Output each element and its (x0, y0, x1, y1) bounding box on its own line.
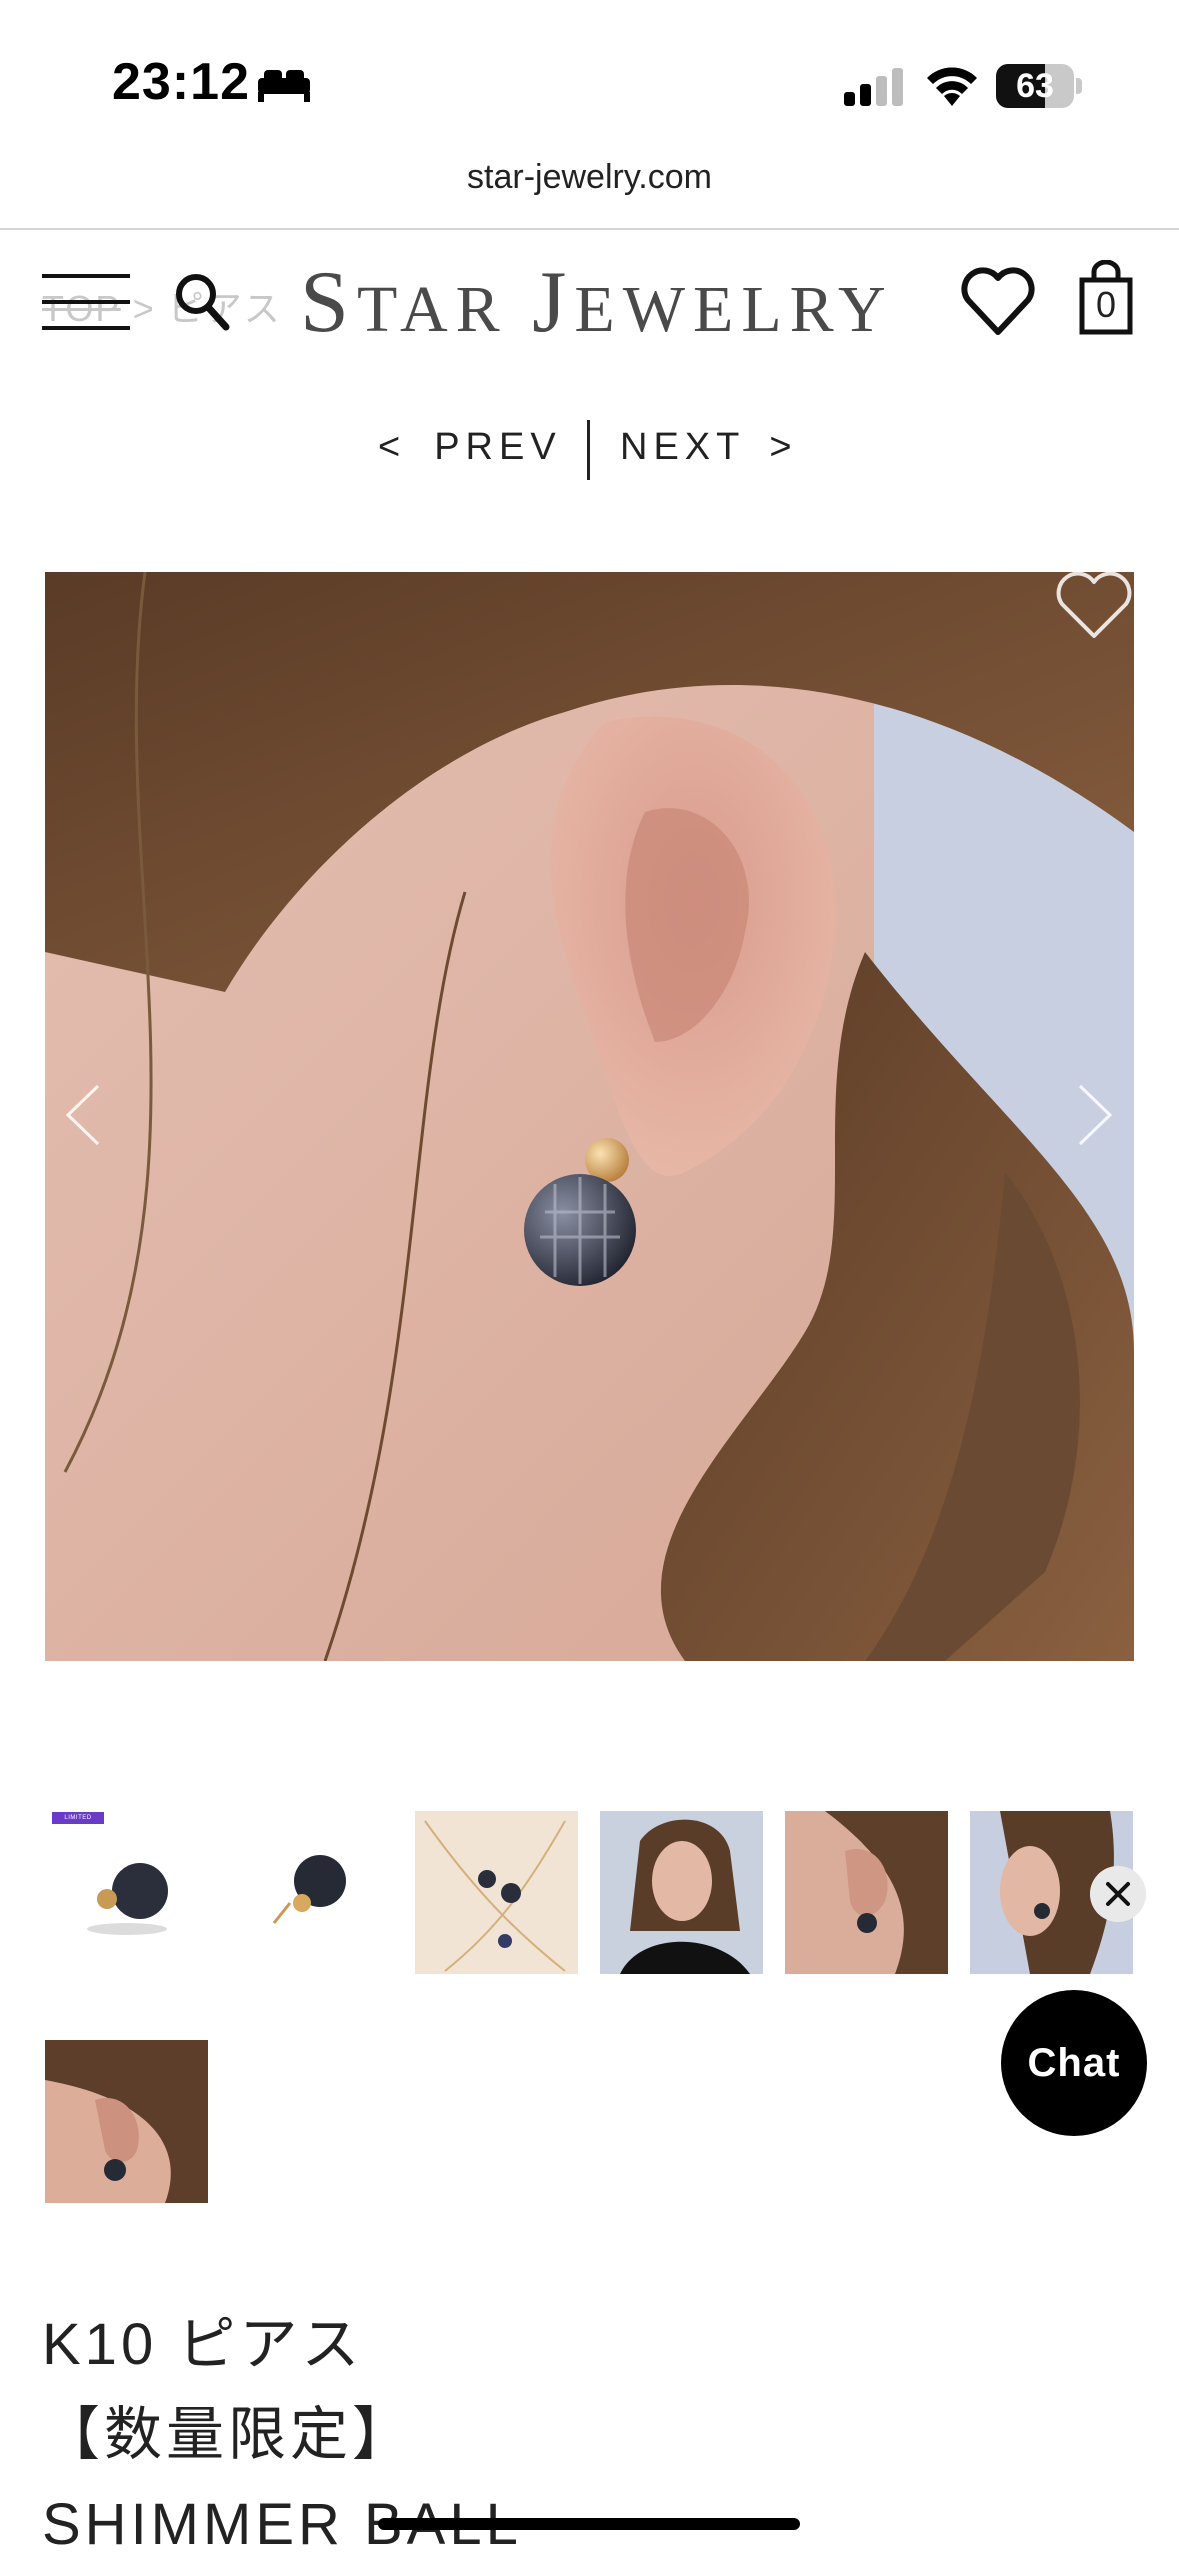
thumbnail-4[interactable] (600, 1811, 763, 1974)
chevron-right-icon: > (769, 426, 798, 468)
brand-initial-s: S (300, 254, 357, 351)
thumbnail-3[interactable] (415, 1811, 578, 1974)
chevron-left-icon: < (378, 426, 407, 468)
pager-divider (587, 420, 590, 480)
carousel-next-icon[interactable] (1070, 1080, 1120, 1150)
prev-label: PREV (434, 426, 562, 468)
product-pager: < PREV NEXT > (0, 420, 1179, 490)
bed-icon (258, 70, 310, 102)
thumbnail-5[interactable] (785, 1811, 948, 1974)
product-title-line-2: 【数量限定】 (42, 2402, 415, 2467)
battery-level: 63 (1016, 67, 1054, 105)
chat-button[interactable]: Chat (1001, 1990, 1147, 2136)
wishlist-heart-icon[interactable] (1052, 570, 1136, 642)
product-title-line-1: K10 ピアス (42, 2312, 364, 2377)
status-bar: 23:12 63 (0, 0, 1179, 150)
home-indicator[interactable] (378, 2518, 800, 2530)
product-main-image[interactable] (45, 572, 1134, 1661)
url-bar[interactable]: star-jewelry.com (0, 158, 1179, 197)
close-icon[interactable] (1090, 1866, 1146, 1922)
thumbnail-2[interactable] (230, 1811, 393, 1974)
menu-icon[interactable] (42, 274, 130, 330)
next-label: NEXT (620, 426, 746, 468)
breadcrumb-separator: > (132, 288, 156, 329)
cellular-signal-icon (844, 68, 903, 106)
status-time: 23:12 (112, 53, 250, 111)
brand-initial-j: J (532, 254, 575, 351)
thumbnail-7[interactable] (45, 2040, 208, 2203)
cart-count: 0 (1095, 284, 1117, 325)
wifi-icon (927, 67, 977, 106)
heart-icon[interactable] (960, 266, 1036, 338)
prev-link[interactable]: < PREV (378, 426, 562, 469)
limited-edition-badge: LIMITED EDITION (52, 1812, 104, 1833)
carousel-prev-icon[interactable] (58, 1080, 108, 1150)
site-header: TOP > ピアス STAR JEWELRY 0 (0, 230, 1179, 380)
battery-icon: 63 (996, 64, 1082, 108)
brand-logo[interactable]: STAR JEWELRY (300, 252, 894, 353)
brand-word-1: TAR (356, 273, 508, 346)
search-icon[interactable] (172, 270, 230, 332)
brand-word-2: EWELRY (574, 273, 894, 346)
next-link[interactable]: NEXT > (620, 426, 798, 469)
